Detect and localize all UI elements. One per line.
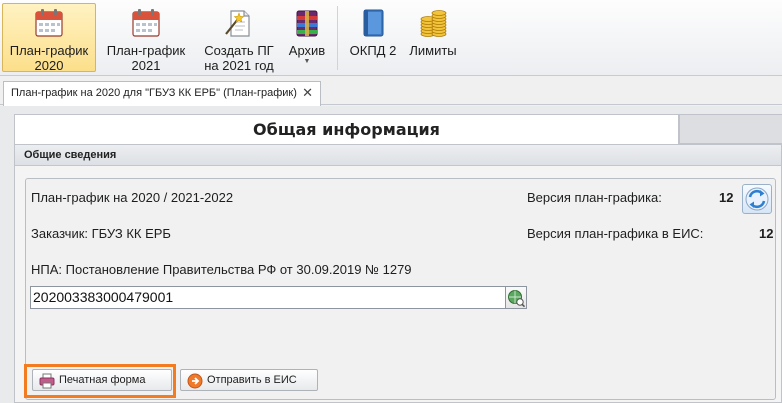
- eis-version-value: 12: [759, 226, 774, 241]
- okpd2-label: ОКПД 2: [349, 43, 397, 58]
- document-tab-title: План-график на 2020 для "ГБУЗ КК ЕРБ" (П…: [11, 87, 297, 99]
- limits-button[interactable]: Лимиты: [405, 3, 461, 72]
- plan-2020-label-line1: План-график: [9, 43, 89, 58]
- document-tab[interactable]: План-график на 2020 для "ГБУЗ КК ЕРБ" (П…: [3, 81, 321, 106]
- npa-text: НПА: Постановление Правительства РФ от 3…: [31, 262, 412, 277]
- general-info-box: План-график на 2020 / 2021-2022 Заказчик…: [25, 178, 776, 400]
- calendar-icon: [33, 7, 65, 39]
- version-value: 12: [719, 190, 734, 205]
- eis-version-label: Версия план-графика в ЕИС:: [527, 226, 704, 241]
- plan-number-field[interactable]: 202003383000479001: [30, 286, 506, 309]
- archive-label: Архив: [288, 43, 326, 58]
- plan-number-lookup-button[interactable]: [506, 286, 527, 309]
- plan-title-text: План-график на 2020 / 2021-2022: [31, 190, 234, 205]
- send-to-eis-button[interactable]: Отправить в ЕИС: [180, 369, 318, 391]
- plan-2020-button[interactable]: План-график 2020: [2, 3, 96, 73]
- section-tab-general-info[interactable]: Общая информация: [14, 114, 679, 144]
- ribbon-toolbar: План-график 2020 План-график 2021 Создат…: [0, 0, 782, 76]
- general-info-panel: Общие сведения План-график на 2020 / 202…: [14, 144, 782, 403]
- ribbon-separator: [337, 6, 338, 70]
- send-to-eis-label: Отправить в ЕИС: [207, 374, 297, 386]
- calendar-icon: [130, 7, 162, 39]
- book-icon: [357, 7, 389, 39]
- version-label: Версия план-графика:: [527, 190, 662, 205]
- limits-label: Лимиты: [409, 43, 457, 58]
- main-content: Общая информация Общие сведения План-гра…: [0, 106, 782, 403]
- globe-search-icon: [508, 290, 526, 308]
- printer-icon: [39, 373, 55, 389]
- plan-2021-label-line1: План-график: [106, 43, 186, 58]
- plan-2021-button[interactable]: План-график 2021: [99, 3, 193, 73]
- coins-icon: [417, 7, 449, 39]
- plan-2020-label-line2: 2020: [34, 58, 64, 73]
- create-plan-label-line1: Создать ПГ: [204, 43, 274, 58]
- create-plan-label-line2: на 2021 год: [204, 58, 274, 73]
- archive-dropdown-button[interactable]: Архив ▼: [284, 3, 330, 72]
- create-plan-2021-button[interactable]: Создать ПГ на 2021 год: [196, 3, 282, 73]
- print-form-button[interactable]: Печатная форма: [32, 369, 172, 391]
- chevron-down-icon: ▼: [303, 58, 311, 65]
- document-tab-strip: План-график на 2020 для "ГБУЗ КК ЕРБ" (П…: [0, 77, 782, 106]
- close-icon[interactable]: ✕: [302, 82, 313, 104]
- refresh-version-button[interactable]: [742, 184, 772, 214]
- refresh-icon: [745, 187, 769, 211]
- okpd2-button[interactable]: ОКПД 2: [343, 3, 403, 72]
- archive-box-icon: [291, 7, 323, 39]
- print-form-label: Печатная форма: [59, 374, 146, 386]
- send-arrow-icon: [187, 373, 203, 389]
- plan-2021-label-line2: 2021: [131, 58, 161, 73]
- new-document-wand-icon: [223, 7, 255, 39]
- group-header: Общие сведения: [15, 145, 781, 166]
- section-tab-strip-empty: [679, 114, 782, 144]
- customer-text: Заказчик: ГБУЗ КК ЕРБ: [31, 226, 171, 241]
